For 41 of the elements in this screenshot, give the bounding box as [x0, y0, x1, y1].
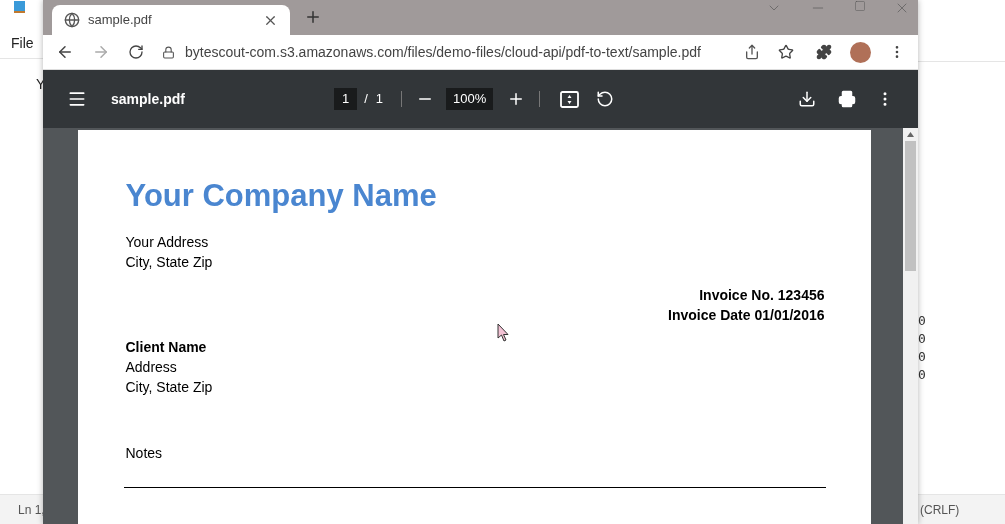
invoice-line: Invoice Date 01/01/2016	[667, 306, 825, 325]
status-text: Ln 1,	[18, 501, 45, 519]
document-title: sample.pdf	[111, 89, 186, 109]
zoom-field[interactable]: 100%	[446, 88, 494, 110]
globe-icon	[64, 12, 80, 28]
browser-tab[interactable]: sample.pdf	[52, 5, 290, 35]
editor-text: 0	[918, 348, 927, 366]
fit-page-icon[interactable]	[560, 90, 580, 108]
menu-icon[interactable]	[67, 89, 87, 109]
reload-icon[interactable]	[128, 44, 144, 60]
cursor-icon	[496, 323, 510, 342]
notes-label: Notes	[125, 444, 164, 463]
download-icon[interactable]	[798, 90, 816, 108]
lock-icon	[162, 45, 175, 59]
extensions-icon[interactable]	[816, 44, 832, 60]
address-line: City, State Zip	[125, 378, 214, 397]
avatar[interactable]	[850, 41, 871, 63]
back-icon[interactable]	[56, 43, 74, 61]
page-separator: /	[364, 90, 368, 109]
editor-text: 0	[918, 330, 927, 348]
scrollbar-thumb[interactable]	[905, 141, 916, 271]
company-name: Your Company Name	[125, 178, 438, 214]
address-line: Your Address	[125, 233, 210, 252]
page-number-field[interactable]: 1	[334, 88, 358, 110]
page-total: 1	[375, 90, 384, 109]
notepad-icon	[14, 1, 25, 13]
editor-text: 0	[918, 312, 927, 330]
menu-item[interactable]: File	[11, 33, 34, 54]
new-tab-icon[interactable]	[304, 8, 322, 26]
status-text: (CRLF)	[920, 501, 960, 519]
editor-text: 0	[918, 366, 927, 384]
star-icon[interactable]	[778, 44, 794, 60]
address-line: City, State Zip	[125, 253, 214, 272]
print-icon[interactable]	[838, 90, 856, 108]
rotate-icon[interactable]	[596, 90, 615, 108]
share-icon[interactable]	[744, 44, 760, 60]
client-name: Client Name	[125, 338, 208, 357]
invoice-line: Invoice No. 123456	[698, 286, 825, 305]
address-field[interactable]: bytescout-com.s3.amazonaws.com/files/demo-files/cloud-api/pdf-to-text/sample.pdf	[185, 41, 701, 63]
address-line: Address	[125, 358, 178, 377]
scroll-up-icon[interactable]	[907, 132, 914, 137]
